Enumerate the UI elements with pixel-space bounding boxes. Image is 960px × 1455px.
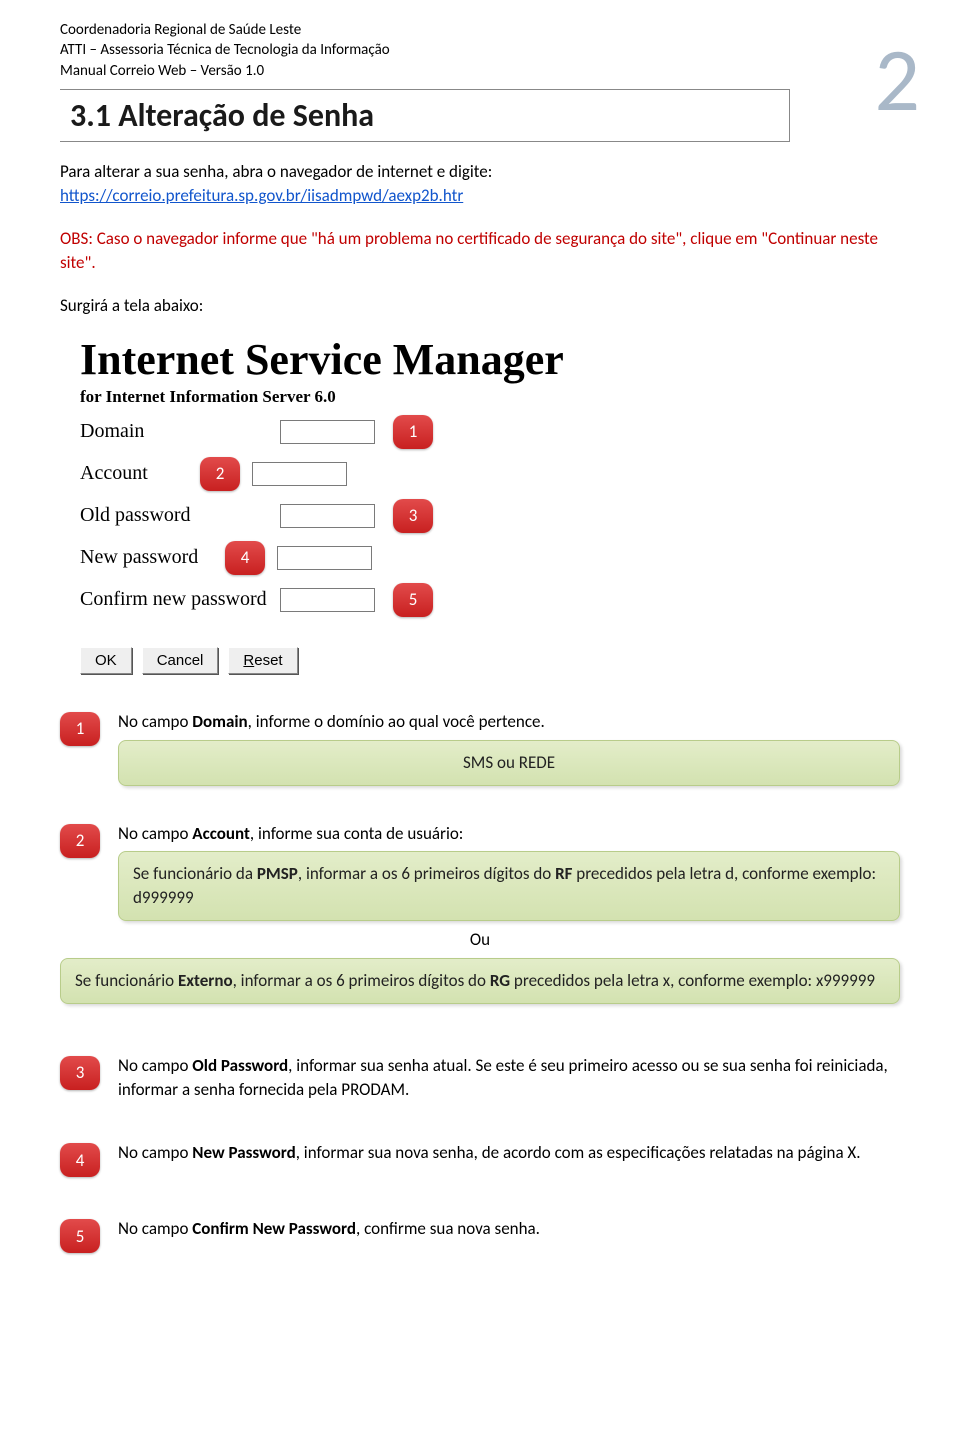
confirm-password-label: Confirm new password bbox=[80, 588, 280, 611]
step-4-badge: 4 bbox=[60, 1143, 100, 1177]
step-5-block: 5 No campo Confirm New Password, confirm… bbox=[60, 1217, 900, 1253]
g1d: RF bbox=[555, 863, 572, 884]
step-5-content: No campo Confirm New Password, confirme … bbox=[118, 1217, 900, 1241]
form-row-new-password: New password 4 bbox=[80, 541, 900, 575]
account-input[interactable] bbox=[252, 462, 347, 486]
account-label: Account bbox=[80, 462, 200, 485]
step-5-badge: 5 bbox=[60, 1219, 100, 1253]
step-4-bold: New Password bbox=[192, 1142, 295, 1163]
callout-badge-4: 4 bbox=[225, 541, 265, 575]
old-password-label: Old password bbox=[80, 504, 280, 527]
g1a: Se funcionário da bbox=[133, 863, 257, 884]
step-1-content: No campo Domain, informe o domínio ao qu… bbox=[118, 710, 900, 786]
callout-badge-1: 1 bbox=[393, 415, 433, 449]
step-3-content: No campo Old Password, informar sua senh… bbox=[118, 1054, 900, 1102]
section-title-box: 3.1 Alteração de Senha bbox=[60, 89, 790, 142]
step-1-block: 1 No campo Domain, informe o domínio ao … bbox=[60, 710, 900, 786]
form-row-old-password: Old password 3 bbox=[80, 499, 900, 533]
surgira-text: Surgirá a tela abaixo: bbox=[60, 295, 900, 316]
ism-title: Internet Service Manager bbox=[80, 334, 900, 385]
step-4-text-after: , informar sua nova senha, de acordo com… bbox=[296, 1142, 861, 1163]
step-1-badge: 1 bbox=[60, 712, 100, 746]
domain-input[interactable] bbox=[280, 420, 375, 444]
g2b: Externo bbox=[178, 970, 233, 991]
step-4-content: No campo New Password, informar sua nova… bbox=[118, 1141, 900, 1165]
new-password-input[interactable] bbox=[277, 546, 372, 570]
domain-label: Domain bbox=[80, 420, 280, 443]
step-2-green-box-2: Se funcionário Externo, informar a os 6 … bbox=[60, 958, 900, 1004]
cancel-button[interactable]: Cancel bbox=[142, 647, 219, 674]
step-1-green-box: SMS ou REDE bbox=[118, 740, 900, 786]
intro-paragraph: Para alterar a sua senha, abra o navegad… bbox=[60, 160, 900, 208]
g2e: precedidos pela letra x, conforme exempl… bbox=[510, 970, 875, 991]
g2a: Se funcionário bbox=[75, 970, 178, 991]
step-3-badge: 3 bbox=[60, 1056, 100, 1090]
step-2-ou: Ou bbox=[60, 929, 900, 950]
step-2-content: No campo Account, informe sua conta de u… bbox=[118, 822, 900, 921]
step-2-text-before: No campo bbox=[118, 823, 192, 844]
step-3-bold: Old Password bbox=[192, 1055, 288, 1076]
reset-underline: R bbox=[243, 652, 254, 669]
section-title: 3.1 Alteração de Senha bbox=[70, 96, 779, 135]
reset-button[interactable]: Reset bbox=[228, 647, 297, 674]
step-5-text-after: , confirme sua nova senha. bbox=[356, 1218, 540, 1239]
step-2-block: 2 No campo Account, informe sua conta de… bbox=[60, 822, 900, 921]
intro-text: Para alterar a sua senha, abra o navegad… bbox=[60, 161, 492, 182]
header-line-1: Coordenadoria Regional de Saúde Leste bbox=[60, 20, 900, 40]
ism-subtitle: for Internet Information Server 6.0 bbox=[80, 387, 900, 407]
step-2-badge: 2 bbox=[60, 824, 100, 858]
page-number: 2 bbox=[874, 25, 920, 135]
form-row-domain: Domain 1 bbox=[80, 415, 900, 449]
ok-button[interactable]: OK bbox=[80, 647, 132, 674]
callout-badge-3: 3 bbox=[393, 499, 433, 533]
reset-rest: eset bbox=[254, 652, 282, 669]
step-1-bold: Domain bbox=[192, 711, 247, 732]
step-3-block: 3 No campo Old Password, informar sua se… bbox=[60, 1054, 900, 1102]
button-row: OK Cancel Reset bbox=[80, 647, 900, 674]
step-5-bold: Confirm New Password bbox=[192, 1218, 356, 1239]
step-2-green-box-1: Se funcionário da PMSP, informar a os 6 … bbox=[118, 851, 900, 921]
callout-badge-2: 2 bbox=[200, 457, 240, 491]
step-2-bold: Account bbox=[192, 823, 250, 844]
step-4-block: 4 No campo New Password, informar sua no… bbox=[60, 1141, 900, 1177]
g1b: PMSP bbox=[257, 863, 298, 884]
form-row-confirm-password: Confirm new password 5 bbox=[80, 583, 900, 617]
form-row-account: Account 2 bbox=[80, 457, 900, 491]
confirm-password-input[interactable] bbox=[280, 588, 375, 612]
g1c: , informar a os 6 primeiros dígitos do bbox=[298, 863, 555, 884]
g2c: , informar a os 6 primeiros dígitos do bbox=[233, 970, 490, 991]
obs-warning: OBS: Caso o navegador informe que "há um… bbox=[60, 227, 900, 275]
header-line-3: Manual Correio Web – Versão 1.0 bbox=[60, 61, 900, 81]
g2d: RG bbox=[490, 970, 510, 991]
document-header: Coordenadoria Regional de Saúde Leste AT… bbox=[60, 20, 900, 81]
step-5-text-before: No campo bbox=[118, 1218, 192, 1239]
ism-screenshot: Internet Service Manager for Internet In… bbox=[80, 334, 900, 674]
step-1-text-after: , informe o domínio ao qual você pertenc… bbox=[248, 711, 545, 732]
step-3-text-before: No campo bbox=[118, 1055, 192, 1076]
step-2-text-after: , informe sua conta de usuário: bbox=[250, 823, 463, 844]
old-password-input[interactable] bbox=[280, 504, 375, 528]
header-line-2: ATTI – Assessoria Técnica de Tecnologia … bbox=[60, 40, 900, 60]
intro-url-link[interactable]: https://correio.prefeitura.sp.gov.br/iis… bbox=[60, 185, 463, 206]
step-1-text-before: No campo bbox=[118, 711, 192, 732]
callout-badge-5: 5 bbox=[393, 583, 433, 617]
step-4-text-before: No campo bbox=[118, 1142, 192, 1163]
new-password-label: New password bbox=[80, 546, 225, 569]
